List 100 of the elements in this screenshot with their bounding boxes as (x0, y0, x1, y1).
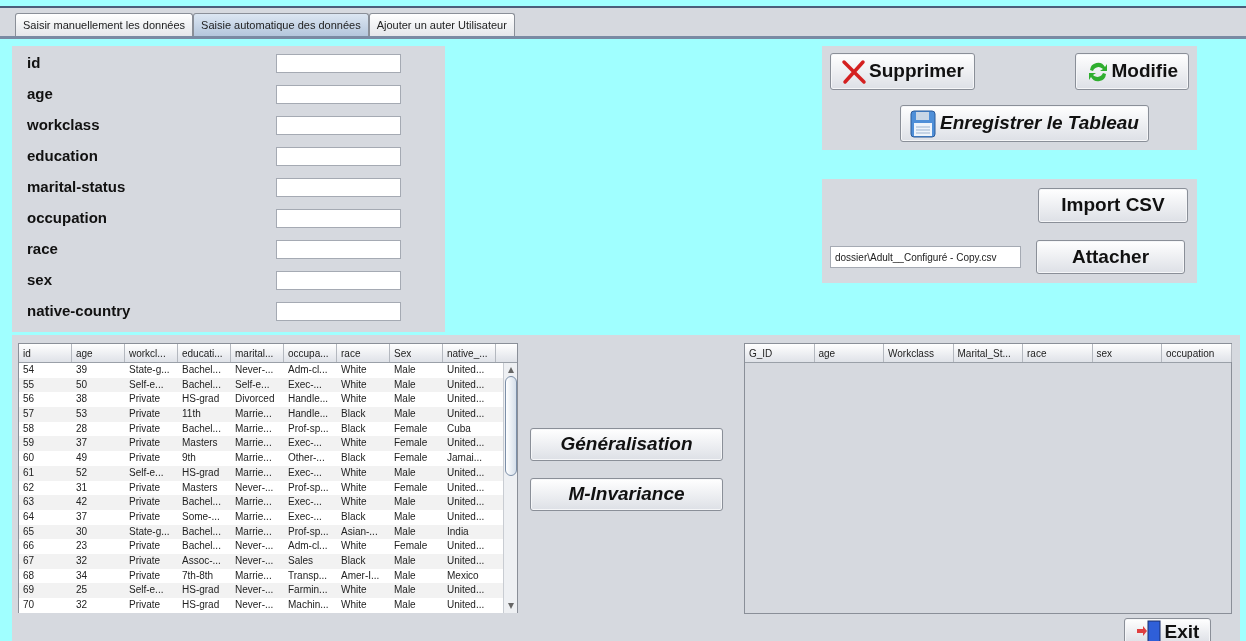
table-cell-text: Never-... (234, 598, 275, 612)
column-header[interactable]: workcl... (125, 344, 178, 362)
table-cell-text: Private (128, 392, 162, 407)
tab[interactable]: Ajouter un auter Utilisateur (368, 13, 515, 36)
input-field[interactable] (276, 178, 401, 197)
table-cell-text: Bachel... (181, 377, 222, 392)
table-cell-text: 11th (181, 407, 202, 422)
table-cell-text: Male (393, 465, 417, 480)
exit-button[interactable]: Exit (1124, 618, 1211, 641)
table-cell-text: Marrie... (234, 465, 273, 480)
algorithm-button[interactable]: Généralisation (530, 428, 723, 461)
input-field[interactable] (276, 116, 401, 135)
table-cell-text: White (340, 583, 368, 598)
table-cell-text: HS-grad (181, 465, 221, 480)
table-cell-text: Exec-... (287, 509, 323, 524)
scroll-down-icon[interactable] (506, 601, 515, 610)
table-cell-text: Masters (181, 436, 219, 451)
input-field[interactable] (276, 85, 401, 104)
table-cell-text: Private (128, 509, 162, 524)
table-cell-text: Black (340, 553, 367, 568)
column-header[interactable]: age (72, 344, 125, 362)
import-csv-button[interactable]: Import CSV (1038, 188, 1188, 223)
table-cell-text: 9th (181, 451, 197, 466)
table-cell-text: 37 (75, 509, 89, 524)
table-cell-text: 65 (22, 524, 36, 539)
table-cell-text: White (340, 495, 368, 510)
table-cell-text: Handle... (287, 392, 330, 407)
column-header[interactable]: Workclass (884, 344, 954, 362)
table-cell-text: 34 (75, 568, 89, 583)
table-cell-text: 64 (22, 509, 36, 524)
file-path-field[interactable]: dossier\Adult__Configuré - Copy.csv (830, 246, 1021, 268)
table-cell-text: Cuba (446, 421, 472, 436)
column-header[interactable]: occupation (1162, 344, 1232, 362)
table-cell-text: Never-... (234, 363, 275, 377)
input-field[interactable] (276, 54, 401, 73)
column-header[interactable]: age (814, 344, 884, 362)
column-header[interactable]: occupa... (284, 344, 337, 362)
field-label: age (27, 84, 53, 105)
table-cell-text: United... (446, 553, 486, 568)
table-cell-text: 28 (75, 421, 89, 436)
table-cell-text: Male (393, 377, 417, 392)
table-cell-text: White (340, 465, 368, 480)
table-cell-text: 54 (22, 363, 36, 377)
save-table-button[interactable]: Enregistrer le Tableau (900, 105, 1149, 142)
table-cell-text: Bachel... (181, 363, 222, 377)
column-header[interactable]: sex (1092, 344, 1162, 362)
table-cell-text: Private (128, 451, 162, 466)
attach-button[interactable]: Attacher (1036, 240, 1185, 274)
scroll-thumb[interactable] (504, 376, 517, 476)
input-field[interactable] (276, 209, 401, 228)
table-cell-text: 30 (75, 524, 89, 539)
table-cell-text: United... (446, 407, 486, 422)
table-cell-text: 37 (75, 436, 89, 451)
input-field[interactable] (276, 147, 401, 166)
table-cell-text: Machin... (287, 598, 330, 612)
algorithm-button[interactable]: M-Invariance (530, 478, 723, 511)
column-header[interactable]: race (337, 344, 390, 362)
column-header[interactable]: native_... (443, 344, 496, 362)
field-label: workclass (27, 115, 100, 136)
table-cell-text: White (340, 436, 368, 451)
column-header[interactable]: Sex (390, 344, 443, 362)
table-cell-text: Private (128, 539, 162, 554)
table-cell-text: White (340, 598, 368, 612)
column-header[interactable]: marital... (231, 344, 284, 362)
input-field[interactable] (276, 271, 401, 290)
column-header[interactable]: G_ID (745, 344, 815, 362)
delete-button[interactable]: Supprimer (830, 53, 976, 90)
table-cell-text: Marrie... (234, 451, 273, 466)
input-field[interactable] (276, 240, 401, 259)
tab[interactable]: Saisir manuellement les données (15, 13, 194, 36)
table-cell-text: 61 (22, 465, 36, 480)
table-cell-text: Male (393, 568, 417, 583)
table-cell-text: Female (393, 539, 429, 554)
field-label: occupation (27, 208, 107, 229)
table-cell-text: 50 (75, 377, 89, 392)
column-header[interactable]: race (1023, 344, 1093, 362)
field-label: id (27, 53, 41, 74)
table-cell-text: United... (446, 377, 486, 392)
scroll-up-icon[interactable] (506, 366, 515, 374)
table-cell-text: Prof-sp... (287, 480, 330, 495)
table-cell-text: Marrie... (234, 568, 273, 583)
table-cell-text: Female (393, 451, 429, 466)
table-cell-text: Bachel... (181, 524, 222, 539)
table-cell-text: Private (128, 495, 162, 510)
table-cell-text: Handle... (287, 407, 330, 422)
table-cell-text: 63 (22, 495, 36, 510)
table-cell-text: 23 (75, 539, 89, 554)
table-cell-text: Prof-sp... (287, 524, 330, 539)
table-cell-text: India (446, 524, 470, 539)
input-field[interactable] (276, 302, 401, 321)
table-cell-text: Female (393, 436, 429, 451)
table-cell-text: HS-grad (181, 392, 221, 407)
column-header[interactable]: Marital_St... (953, 344, 1023, 362)
column-header[interactable]: id (19, 344, 72, 362)
modify-button[interactable]: Modifie (1074, 53, 1189, 90)
table-cell-text: Self-e... (128, 583, 165, 598)
tab[interactable]: Saisie automatique des données (193, 13, 369, 36)
column-header[interactable]: educati... (178, 344, 231, 362)
field-label: sex (27, 270, 53, 291)
scrollbar[interactable] (503, 363, 517, 613)
